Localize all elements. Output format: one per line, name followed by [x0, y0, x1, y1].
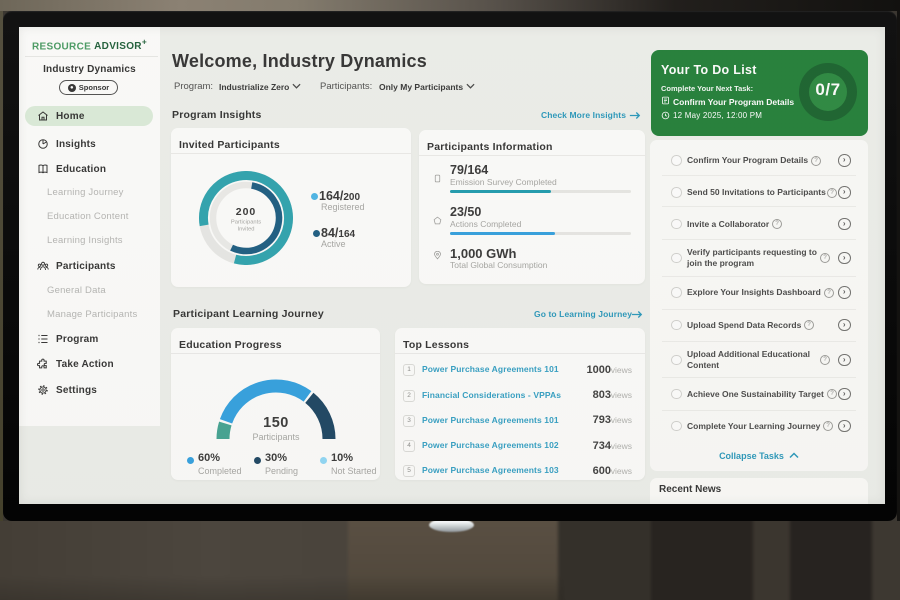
svg-text:Invited: Invited [237, 227, 254, 233]
svg-text:Participants: Participants [231, 220, 261, 226]
svg-text:200: 200 [236, 206, 257, 218]
